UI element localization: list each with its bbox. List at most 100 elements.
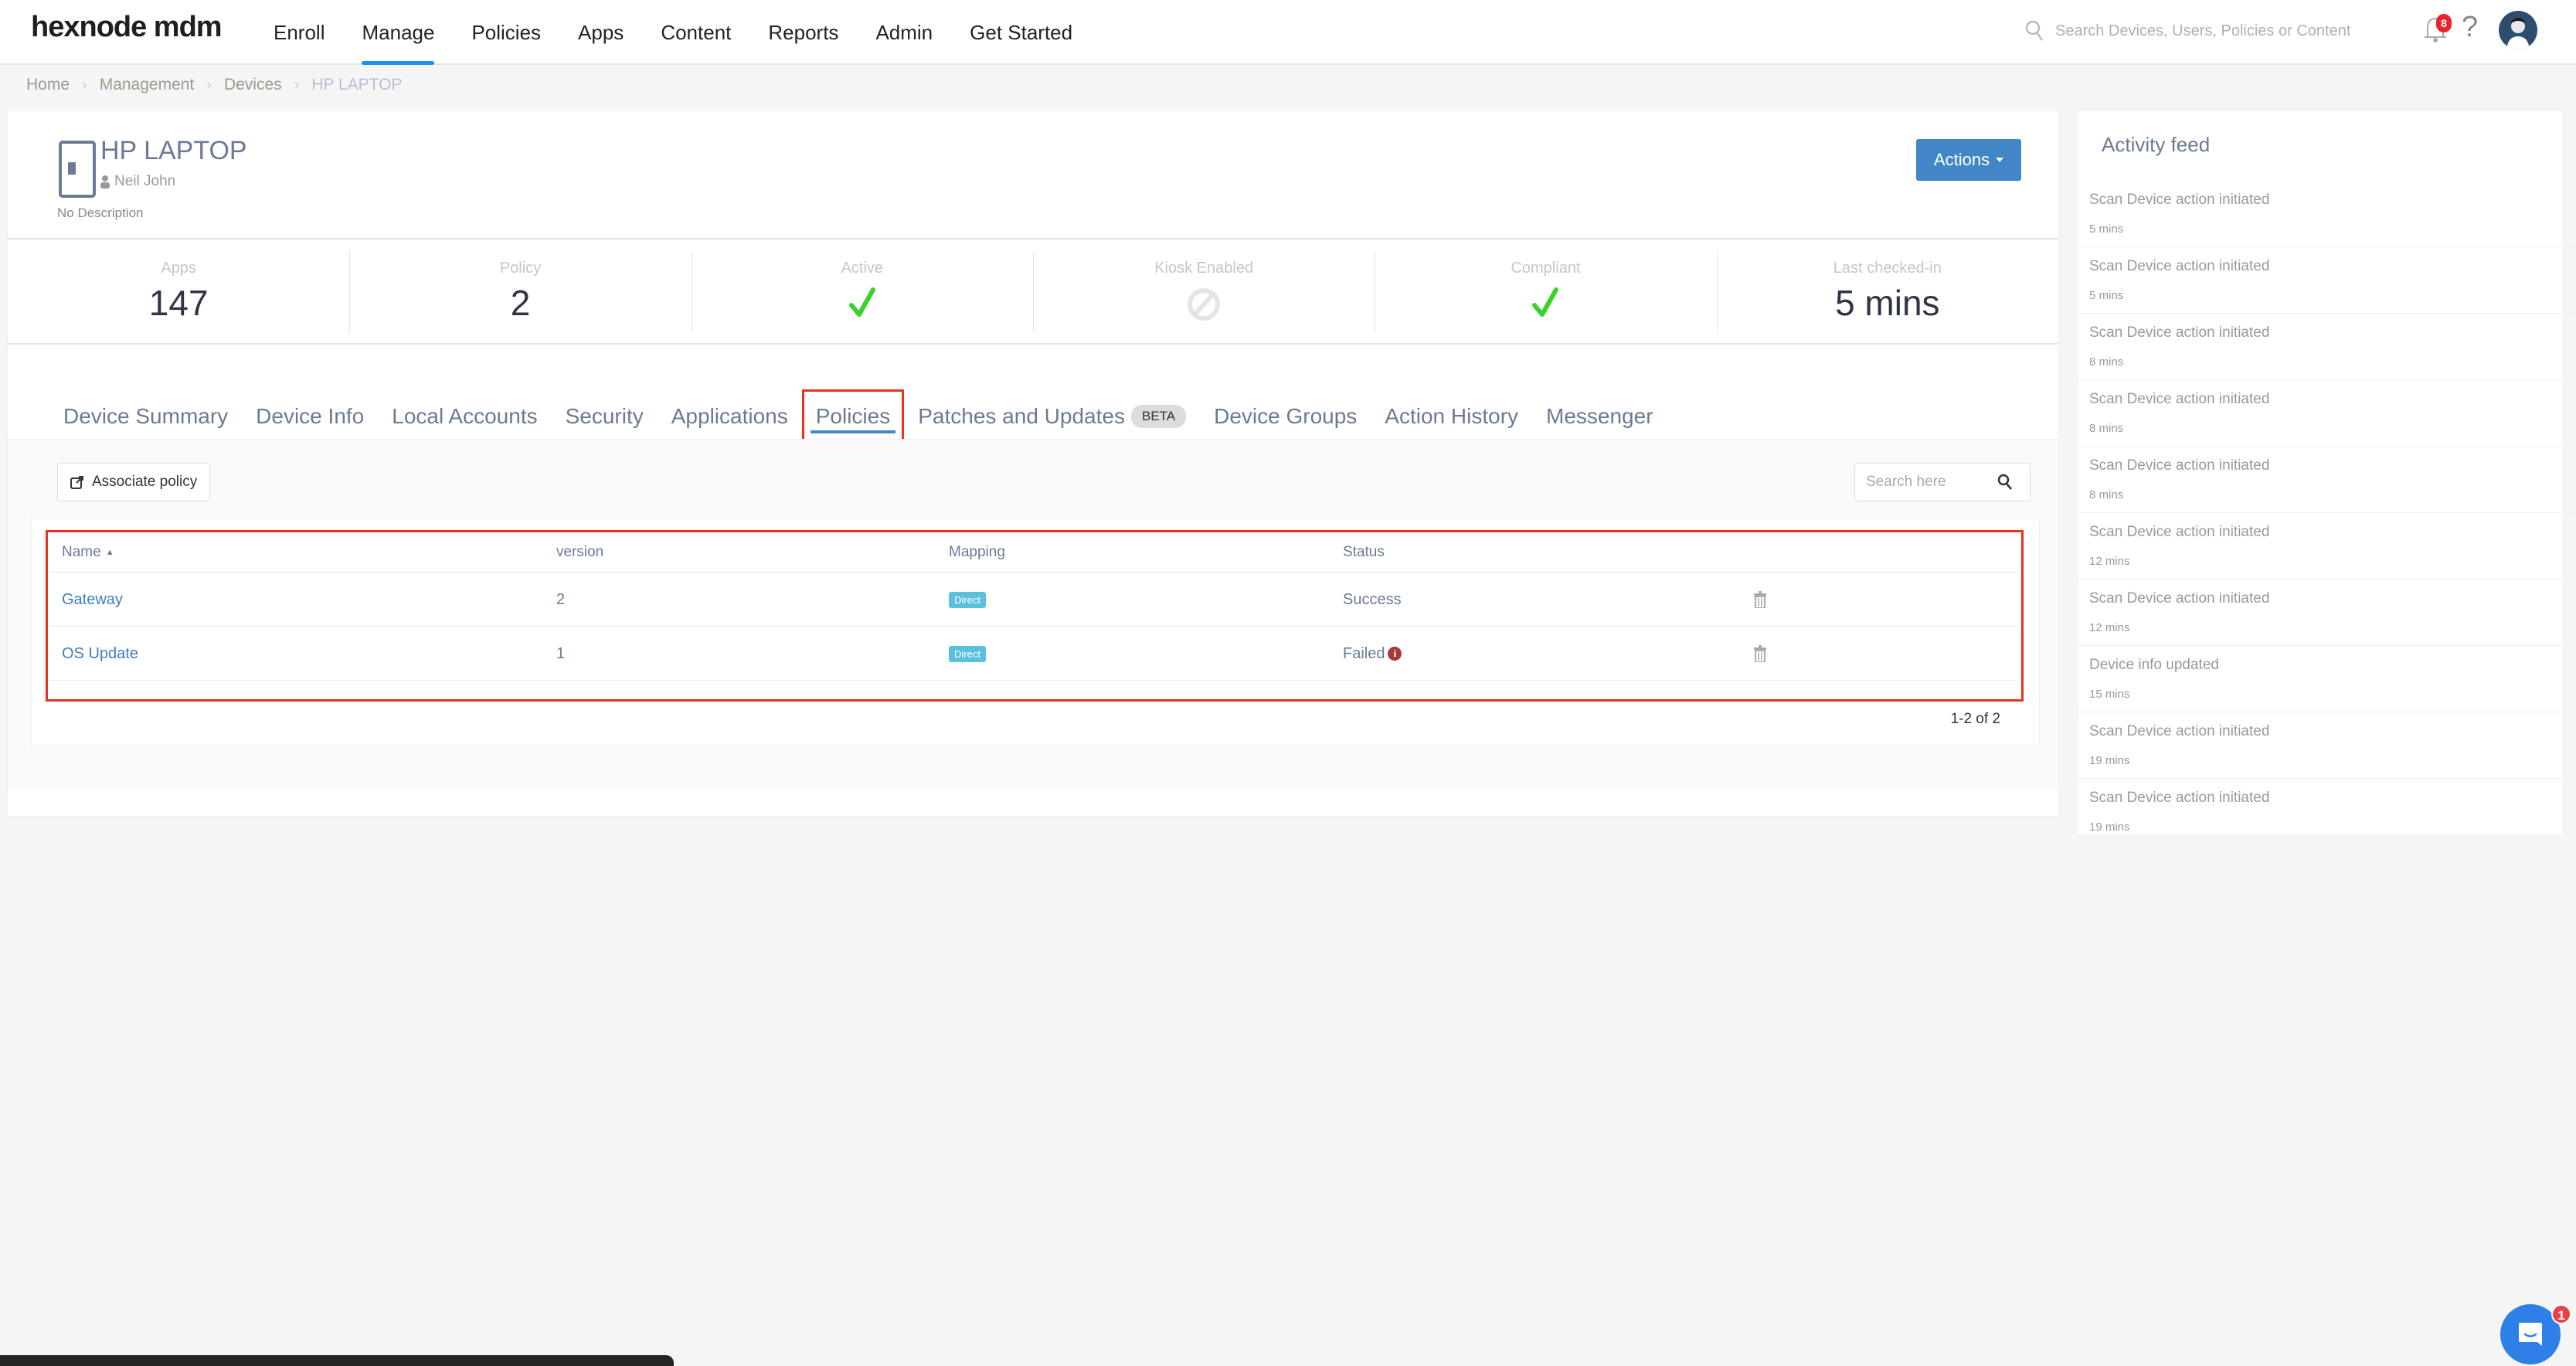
table-row: OS Update 1 Direct Failed i xyxy=(48,627,2018,681)
user-avatar[interactable] xyxy=(2499,11,2537,49)
main-nav: Enroll Manage Policies Apps Content Repo… xyxy=(255,0,1091,65)
breadcrumb-home[interactable]: Home xyxy=(26,76,70,94)
nav-manage[interactable]: Manage xyxy=(343,0,453,65)
feed-time: 5 mins xyxy=(2089,289,2124,302)
nav-admin[interactable]: Admin xyxy=(857,0,951,65)
tab-device-groups[interactable]: Device Groups xyxy=(1200,393,1371,440)
stat-label: Last checked-in xyxy=(1833,260,1942,277)
associate-policy-button[interactable]: Associate policy xyxy=(57,463,211,501)
policy-search xyxy=(1854,463,2031,501)
policy-version: 1 xyxy=(556,644,566,662)
feed-message: Scan Device action initiated xyxy=(2089,723,2270,739)
chat-icon xyxy=(2519,1323,2542,1346)
chat-unread-badge: 1 xyxy=(2551,1304,2571,1324)
table-header: Name ▲ version Mapping Status xyxy=(48,532,2018,573)
feed-time: 8 mins xyxy=(2089,422,2124,435)
stat-label: Kiosk Enabled xyxy=(1154,260,1254,277)
chevron-right-icon: › xyxy=(82,76,87,93)
table-row: Gateway 2 Direct Success xyxy=(48,573,2018,627)
feed-message: Scan Device action initiated xyxy=(2089,590,2270,607)
status-bar xyxy=(0,1355,674,1366)
policy-version: 2 xyxy=(556,590,566,608)
delete-policy-button[interactable] xyxy=(1754,573,1766,627)
info-icon[interactable]: i xyxy=(1388,647,1402,661)
mapping-badge: Direct xyxy=(949,591,986,608)
stat-label: Compliant xyxy=(1511,260,1581,277)
hexnode-logo[interactable]: hexnode mdm xyxy=(31,11,223,44)
policy-name-link[interactable]: OS Update xyxy=(62,627,138,681)
pagination-info: 1-2 of 2 xyxy=(1950,711,2000,727)
column-header-version[interactable]: version xyxy=(556,532,603,573)
nav-policies[interactable]: Policies xyxy=(453,0,559,65)
feed-time: 8 mins xyxy=(2089,488,2124,501)
feed-message: Scan Device action initiated xyxy=(2089,524,2270,540)
tab-patches-and-updates[interactable]: Patches and Updates BETA xyxy=(904,393,1200,440)
breadcrumb-current: HP LAPTOP xyxy=(311,76,403,93)
trash-icon xyxy=(1754,645,1766,662)
feed-message: Scan Device action initiated xyxy=(2089,192,2270,208)
stat-compliant: Compliant xyxy=(1375,240,1716,343)
policy-status: Success xyxy=(1343,590,1402,608)
stat-value: 2 xyxy=(510,283,531,323)
stat-apps[interactable]: Apps 147 xyxy=(8,240,349,343)
column-header-mapping[interactable]: Mapping xyxy=(949,532,1005,573)
mapping-badge: Direct xyxy=(949,645,986,662)
tab-device-summary[interactable]: Device Summary xyxy=(49,393,242,440)
breadcrumb: Home › Management › Devices › HP LAPTOP xyxy=(26,76,402,94)
feed-item: Scan Device action initiated 12 mins xyxy=(2078,579,2573,646)
feed-time: 19 mins xyxy=(2089,821,2130,834)
actions-dropdown-button[interactable]: Actions xyxy=(1916,139,2021,181)
status-text: Failed xyxy=(1343,644,1385,662)
breadcrumb-management[interactable]: Management xyxy=(100,76,195,94)
nav-enroll[interactable]: Enroll xyxy=(255,0,343,65)
nav-apps[interactable]: Apps xyxy=(559,0,642,65)
activity-feed-title: Activity feed xyxy=(2102,133,2211,156)
stat-policy[interactable]: Policy 2 xyxy=(349,240,691,343)
tab-security[interactable]: Security xyxy=(552,393,658,440)
search-icon[interactable] xyxy=(1997,474,2013,491)
tab-messenger[interactable]: Messenger xyxy=(1532,393,1667,440)
tab-device-info[interactable]: Device Info xyxy=(242,393,378,440)
feed-item: Scan Device action initiated 8 mins xyxy=(2078,314,2573,380)
feed-item: Scan Device action initiated 8 mins xyxy=(2078,380,2573,447)
feed-time: 5 mins xyxy=(2089,223,2124,236)
tab-label: Patches and Updates xyxy=(918,404,1125,428)
activity-feed-list[interactable]: Scan Device action initiated 5 mins Scan … xyxy=(2078,181,2573,834)
policies-table: Name ▲ version Mapping Status Gateway 2 … xyxy=(46,530,2024,702)
feed-message: Device info updated xyxy=(2089,657,2219,673)
owner-name[interactable]: Neil John xyxy=(114,173,175,190)
feed-message: Scan Device action initiated xyxy=(2089,325,2270,341)
tab-applications[interactable]: Applications xyxy=(658,393,802,440)
column-header-name[interactable]: Name ▲ xyxy=(62,532,114,573)
breadcrumb-devices[interactable]: Devices xyxy=(224,76,282,94)
feed-message: Scan Device action initiated xyxy=(2089,790,2270,806)
delete-policy-button[interactable] xyxy=(1754,627,1766,681)
tab-policies[interactable]: Policies xyxy=(801,389,905,443)
stat-value: 147 xyxy=(148,283,209,323)
disabled-icon xyxy=(1188,288,1221,321)
beta-badge: BETA xyxy=(1130,405,1187,428)
nav-content[interactable]: Content xyxy=(642,0,749,65)
nav-get-started[interactable]: Get Started xyxy=(951,0,1091,65)
stat-label: Apps xyxy=(161,260,196,277)
stat-last-checked-in: Last checked-in 5 mins xyxy=(1716,240,2058,343)
feed-item: Scan Device action initiated 8 mins xyxy=(2078,447,2573,513)
tab-local-accounts[interactable]: Local Accounts xyxy=(378,393,551,440)
device-stats: Apps 147 Policy 2 Active Kiosk Enabled C… xyxy=(8,238,2058,345)
tab-action-history[interactable]: Action History xyxy=(1371,393,1532,440)
feed-item: Scan Device action initiated 12 mins xyxy=(2078,513,2573,579)
help-icon[interactable]: ? xyxy=(2462,11,2478,44)
policy-name-link[interactable]: Gateway xyxy=(62,573,123,627)
column-header-status[interactable]: Status xyxy=(1343,532,1385,573)
search-icon xyxy=(2025,20,2044,41)
caret-down-icon xyxy=(1996,158,2004,162)
policy-search-input[interactable] xyxy=(1866,474,1997,491)
device-details-card: HP LAPTOP Neil John No Description Actio… xyxy=(8,111,2058,816)
feed-message: Scan Device action initiated xyxy=(2089,258,2270,274)
column-label: Name xyxy=(62,544,101,560)
associate-policy-label: Associate policy xyxy=(92,474,198,490)
feed-time: 19 mins xyxy=(2089,754,2130,767)
feed-item: Scan Device action initiated 5 mins xyxy=(2078,247,2573,314)
global-search-input[interactable] xyxy=(2055,22,2364,40)
nav-reports[interactable]: Reports xyxy=(749,0,857,65)
